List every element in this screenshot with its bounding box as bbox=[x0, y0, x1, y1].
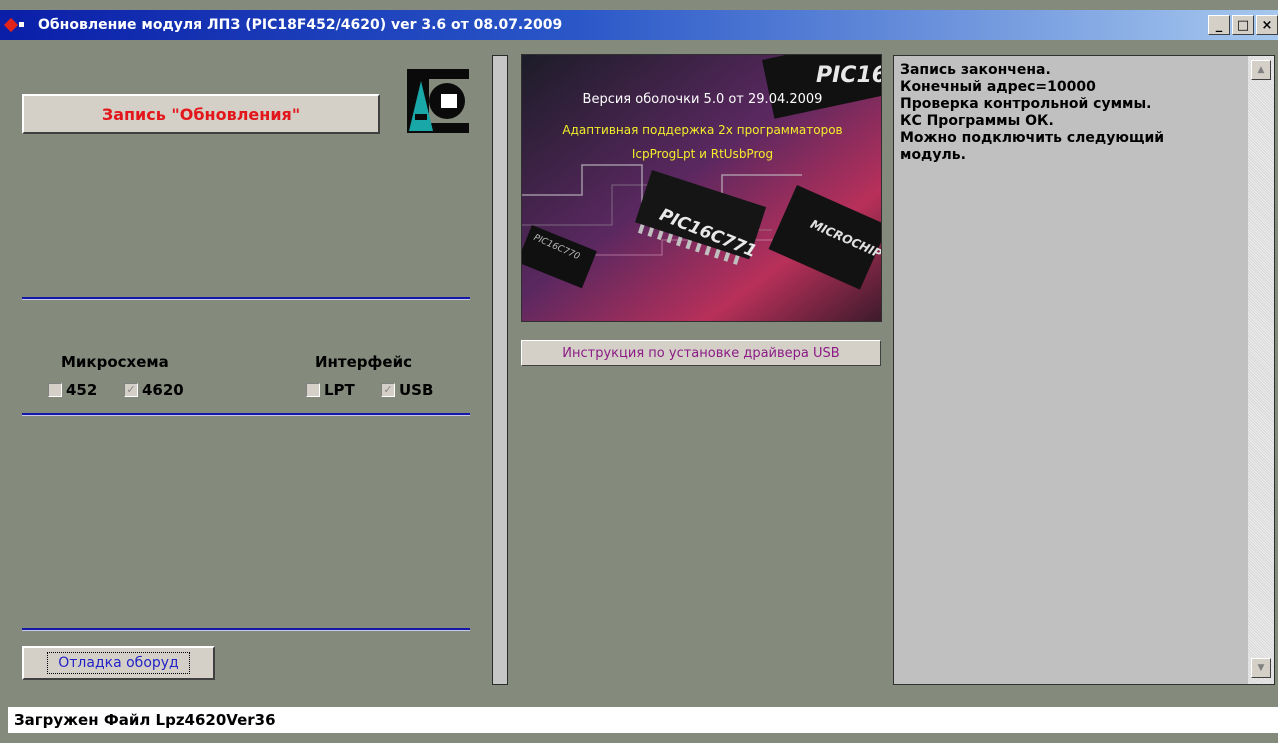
programmers-text: IcpProgLpt и RtUsbProg bbox=[631, 147, 774, 161]
log-line: КС Программы ОК. bbox=[900, 113, 1054, 129]
shell-version-text: Версия оболочки 5.0 от 29.04.2009 bbox=[582, 92, 823, 107]
checkbox-label: 452 bbox=[66, 381, 98, 399]
divider-line bbox=[22, 297, 470, 300]
adaptive-support-text: Адаптивная поддержка 2х программаторов bbox=[562, 123, 843, 137]
status-text: Загружен Файл Lpz4620Ver36 bbox=[14, 711, 276, 729]
divider-line bbox=[22, 413, 470, 416]
app-icon bbox=[3, 15, 36, 35]
log-line: Запись закончена. bbox=[900, 62, 1051, 78]
interface-usb-checkbox[interactable]: ✓ USB bbox=[381, 381, 433, 399]
checkmark-icon: ✓ bbox=[381, 383, 395, 397]
checkbox-box bbox=[306, 383, 320, 397]
write-update-button[interactable]: Запись "Обновления" bbox=[22, 94, 380, 134]
panel-splitter[interactable] bbox=[492, 55, 508, 685]
log-scrollbar[interactable]: ▲ ▼ bbox=[1248, 56, 1274, 684]
debug-button-label: Отладка оборуд bbox=[47, 652, 190, 674]
log-output[interactable]: Запись закончена. Конечный адрес=10000 П… bbox=[893, 55, 1275, 685]
debug-hardware-button[interactable]: Отладка оборуд bbox=[22, 646, 215, 680]
close-button[interactable]: × bbox=[1256, 15, 1278, 35]
status-bar: Загружен Файл Lpz4620Ver36 bbox=[8, 707, 1278, 733]
chip-452-checkbox[interactable]: 452 bbox=[48, 381, 97, 399]
chip-label: PIC16 bbox=[816, 63, 882, 88]
chip-4620-checkbox[interactable]: ✓ 4620 bbox=[124, 381, 184, 399]
divider-line bbox=[22, 628, 470, 631]
window-title: Обновление модуля ЛПЗ (PIC18F452/4620) v… bbox=[38, 17, 563, 33]
interface-lpt-checkbox[interactable]: LPT bbox=[306, 381, 355, 399]
checkbox-label: LPT bbox=[324, 381, 355, 399]
checkbox-label: 4620 bbox=[142, 381, 184, 399]
interface-group-label: Интерфейс bbox=[315, 353, 412, 371]
scroll-down-icon[interactable]: ▼ bbox=[1251, 658, 1271, 678]
checkbox-box bbox=[48, 383, 62, 397]
company-logo bbox=[403, 67, 471, 135]
title-bar[interactable]: Обновление модуля ЛПЗ (PIC18F452/4620) v… bbox=[0, 10, 1278, 40]
log-line: модуль. bbox=[900, 147, 966, 163]
scroll-up-icon[interactable]: ▲ bbox=[1251, 60, 1271, 80]
minimize-button[interactable]: _ bbox=[1208, 15, 1230, 35]
banner-image: PIC16 PIC16C771 PIC16C770 MICROCHIP Верс… bbox=[521, 54, 882, 322]
window-controls: _ □ × bbox=[1208, 15, 1278, 35]
app-window: Обновление модуля ЛПЗ (PIC18F452/4620) v… bbox=[0, 0, 1278, 743]
log-line: Конечный адрес=10000 bbox=[900, 79, 1096, 95]
maximize-button[interactable]: □ bbox=[1232, 15, 1254, 35]
checkbox-label: USB bbox=[399, 381, 434, 399]
checkmark-icon: ✓ bbox=[124, 383, 138, 397]
log-text: Запись закончена. Конечный адрес=10000 П… bbox=[900, 62, 1240, 164]
log-line: Проверка контрольной суммы. bbox=[900, 96, 1152, 112]
chip-group-label: Микросхема bbox=[61, 353, 169, 371]
usb-driver-instructions-button[interactable]: Инструкция по установке драйвера USB bbox=[521, 340, 881, 366]
log-line: Можно подключить следующий bbox=[900, 130, 1165, 146]
